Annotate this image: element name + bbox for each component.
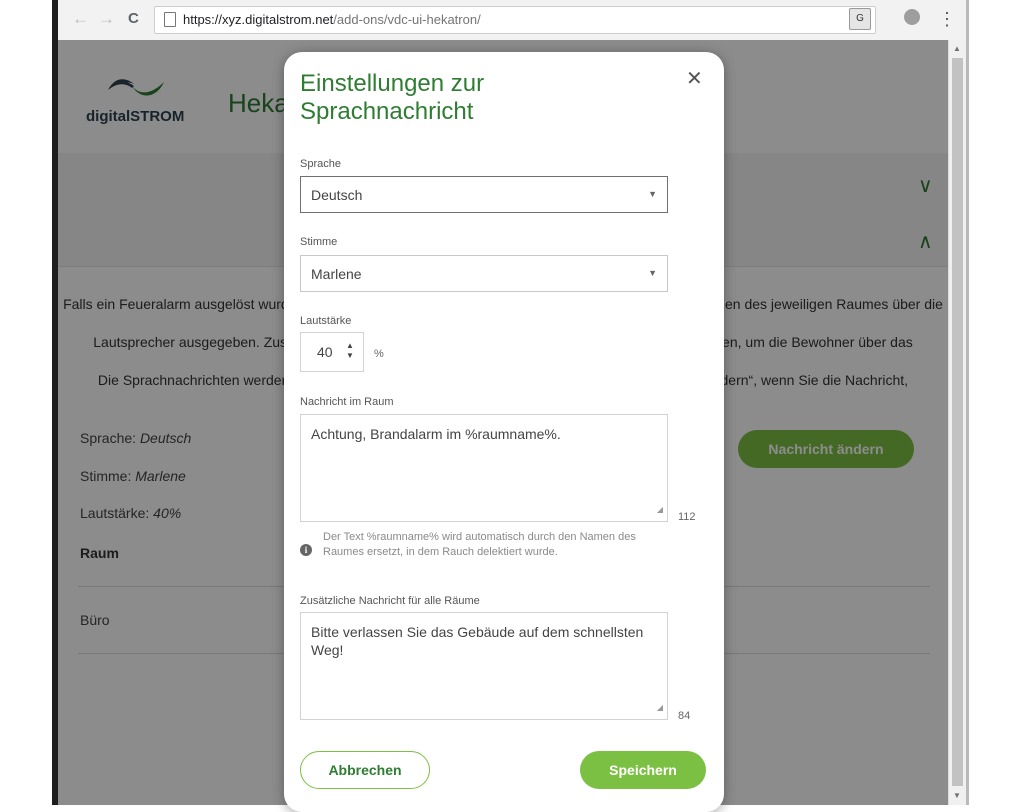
spinner-icon[interactable]: ▲ ▼ bbox=[346, 341, 354, 361]
chevron-down-icon: ▼ bbox=[648, 189, 657, 199]
voice-select[interactable]: Marlene ▼ bbox=[300, 255, 668, 292]
all-rooms-label: Zusätzliche Nachricht für alle Räume bbox=[300, 595, 480, 607]
placeholder-hint: Der Text %raumname% wird automatisch dur… bbox=[323, 531, 636, 558]
language-select-value: Deutsch bbox=[311, 187, 363, 203]
voice-message-dialog: Einstellungen zur Sprachnachricht ✕ Spra… bbox=[284, 52, 724, 812]
scrollbar-thumb[interactable] bbox=[952, 58, 963, 786]
url-text[interactable]: https://xyz.digitalstrom.net/add-ons/vdc… bbox=[183, 13, 481, 27]
window-frame-right bbox=[966, 0, 969, 805]
url-host: https://xyz.digitalstrom.net bbox=[183, 12, 334, 27]
address-bar[interactable]: https://xyz.digitalstrom.net/add-ons/vdc… bbox=[154, 6, 876, 34]
volume-label: Lautstärke bbox=[300, 315, 352, 327]
scroll-up-icon[interactable]: ▲ bbox=[953, 44, 961, 53]
page-icon bbox=[164, 12, 176, 27]
volume-stepper[interactable]: 40 ▲ ▼ bbox=[300, 332, 364, 372]
cancel-button[interactable]: Abbrechen bbox=[300, 751, 430, 789]
extension-icon[interactable] bbox=[904, 9, 920, 25]
url-path: /add-ons/vdc-ui-hekatron/ bbox=[333, 12, 481, 27]
room-message-text: Achtung, Brandalarm im %raumname%. bbox=[311, 426, 561, 442]
dialog-title: Einstellungen zur Sprachnachricht bbox=[300, 70, 485, 125]
scrollbar[interactable]: ▲ ▼ bbox=[948, 40, 966, 805]
menu-icon[interactable]: ⋮ bbox=[938, 10, 956, 28]
language-label: Sprache bbox=[300, 158, 341, 170]
voice-select-value: Marlene bbox=[311, 266, 362, 282]
all-rooms-textarea[interactable]: Bitte verlassen Sie das Gebäude auf dem … bbox=[300, 612, 668, 720]
close-icon[interactable]: ✕ bbox=[686, 66, 703, 91]
voice-label: Stimme bbox=[300, 236, 338, 248]
room-message-textarea[interactable]: Achtung, Brandalarm im %raumname%. ◢ bbox=[300, 414, 668, 522]
volume-value: 40 bbox=[317, 344, 333, 360]
room-message-counter: 112 bbox=[678, 511, 696, 523]
room-message-label: Nachricht im Raum bbox=[300, 396, 394, 408]
all-rooms-text: Bitte verlassen Sie das Gebäude auf dem … bbox=[311, 624, 644, 658]
reload-icon[interactable]: C bbox=[128, 8, 139, 30]
all-rooms-counter: 84 bbox=[678, 710, 691, 722]
browser-toolbar: ← → C https://xyz.digitalstrom.net/add-o… bbox=[58, 0, 966, 41]
resize-handle-icon[interactable]: ◢ bbox=[657, 699, 663, 717]
forward-icon[interactable]: → bbox=[98, 8, 115, 30]
translate-icon[interactable]: G bbox=[849, 8, 871, 30]
save-button[interactable]: Speichern bbox=[580, 751, 706, 789]
volume-unit: % bbox=[374, 348, 384, 360]
info-icon: i bbox=[300, 544, 312, 556]
back-icon[interactable]: ← bbox=[72, 8, 89, 30]
chevron-down-icon: ▼ bbox=[648, 268, 657, 278]
language-select[interactable]: Deutsch ▼ bbox=[300, 176, 668, 213]
resize-handle-icon[interactable]: ◢ bbox=[657, 501, 663, 519]
scroll-down-icon[interactable]: ▼ bbox=[953, 791, 961, 800]
